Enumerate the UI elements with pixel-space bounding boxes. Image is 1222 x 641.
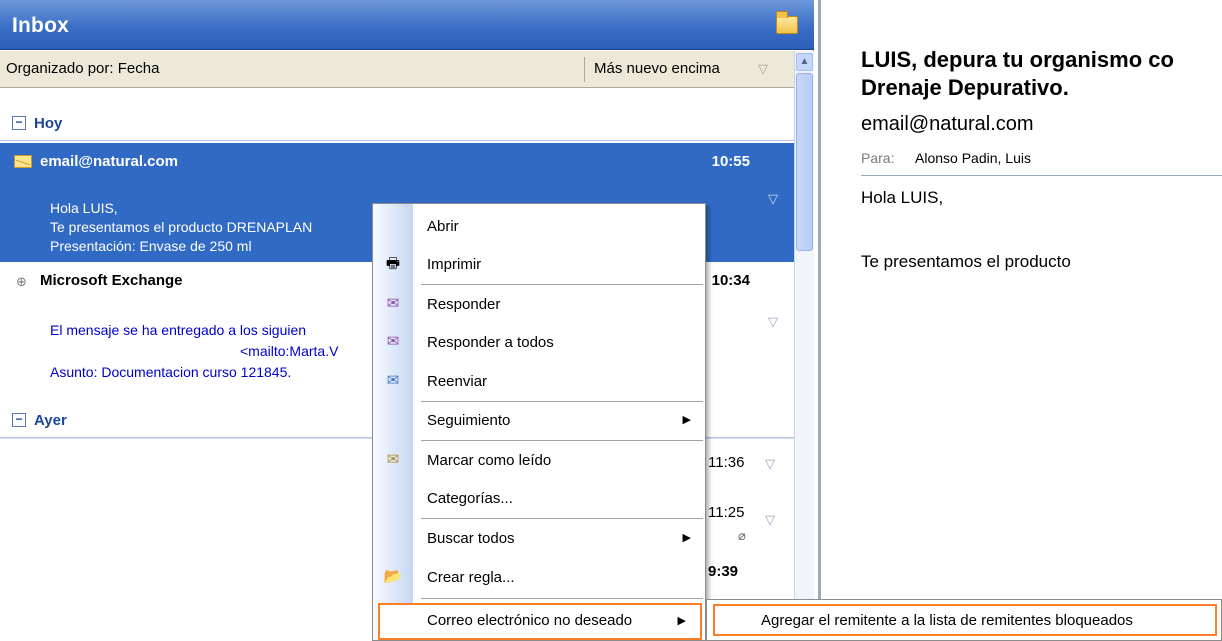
scroll-thumb[interactable]: [796, 73, 813, 251]
menu-item-reenviar[interactable]: ✉ Reenviar: [373, 365, 705, 399]
sort-divider: [584, 57, 585, 82]
subject-line: Drenaje Depurativo.: [861, 75, 1069, 100]
mail-preview-line: Te presentamos el producto DRENAPLAN: [50, 219, 313, 235]
group-header-hoy[interactable]: − Hoy: [0, 107, 794, 141]
mail-preview-line: El mensaje se ha entregado a los siguien: [50, 322, 307, 338]
collapse-icon[interactable]: −: [12, 116, 26, 130]
menu-item-label: Buscar todos: [427, 530, 515, 547]
mail-time: 10:55: [711, 153, 750, 170]
message-from: email@natural.com: [861, 113, 1034, 135]
message-subject: LUIS, depura tu organismo co Drenaje Dep…: [861, 46, 1174, 102]
menu-item-label: Reenviar: [427, 373, 488, 390]
group-label: Hoy: [34, 115, 63, 132]
menu-item-categorias[interactable]: Categorías...: [373, 482, 705, 516]
flag-icon[interactable]: ▽: [768, 314, 778, 330]
flag-icon[interactable]: ▽: [765, 456, 775, 472]
menu-separator: [421, 440, 703, 441]
inbox-scrollbar[interactable]: ▲: [794, 51, 814, 641]
header-separator: [861, 175, 1222, 176]
scroll-up-icon[interactable]: ▲: [796, 53, 813, 71]
printer-icon: 🖶: [385, 255, 401, 272]
reading-pane: LUIS, depura tu organismo co Drenaje Dep…: [818, 0, 1222, 641]
menu-separator: [421, 598, 703, 599]
menu-separator: [421, 401, 703, 402]
submenu-arrow-icon: ▶: [682, 414, 691, 426]
inbox-title: Inbox: [12, 14, 69, 37]
mail-time: 10:34: [711, 272, 750, 289]
menu-item-label: Categorías...: [427, 490, 513, 507]
mail-preview-line: Hola LUIS,: [50, 200, 118, 216]
junk-email-submenu: Agregar el remitente a la lista de remit…: [706, 599, 1222, 641]
menu-item-seguimiento[interactable]: Seguimiento ▶: [373, 404, 705, 438]
collapse-icon[interactable]: −: [12, 413, 26, 427]
sort-order-label[interactable]: Más nuevo encima: [594, 60, 720, 77]
to-value: Alonso Padin, Luis: [915, 150, 1031, 166]
menu-item-marcar-leido[interactable]: ✉ Marcar como leído: [373, 444, 705, 478]
menu-item-label: Seguimiento: [427, 412, 511, 429]
context-menu: Abrir 🖶 Imprimir ✉ Responder ✉ Responder…: [372, 203, 706, 641]
menu-item-buscar-todos[interactable]: Buscar todos ▶: [373, 522, 705, 556]
sort-by-label[interactable]: Organizado por: Fecha: [6, 60, 159, 77]
flag-icon[interactable]: ▽: [765, 512, 775, 528]
group-label: Ayer: [34, 412, 67, 429]
menu-item-block-sender[interactable]: Agregar el remitente a la lista de remit…: [713, 604, 1217, 636]
mail-preview-line: Asunto: Documentacion curso 121845.: [50, 364, 292, 380]
forward-icon: ✉: [386, 372, 400, 389]
message-body-text: Te presentamos el producto: [861, 252, 1071, 271]
submenu-arrow-icon: ▶: [677, 615, 686, 627]
submenu-arrow-icon: ▶: [682, 532, 691, 544]
exchange-icon: ⊕: [16, 274, 27, 289]
menu-item-crear-regla[interactable]: 📂 Crear regla...: [373, 561, 705, 595]
folder-icon[interactable]: [776, 11, 798, 34]
mail-time: 11:36: [708, 454, 745, 471]
reply-icon: ✉: [386, 295, 400, 312]
flag-icon[interactable]: ▽: [768, 191, 778, 207]
mail-from: Microsoft Exchange: [40, 272, 183, 289]
mail-time: 9:39: [708, 563, 739, 580]
inbox-titlebar: Inbox: [0, 0, 814, 50]
mail-from: email@natural.com: [40, 153, 179, 170]
attachment-icon: ⌀: [738, 528, 746, 543]
menu-item-abrir[interactable]: Abrir: [373, 210, 705, 244]
menu-item-imprimir[interactable]: 🖶 Imprimir: [373, 248, 705, 282]
menu-item-responder[interactable]: ✉ Responder: [373, 288, 705, 322]
mail-time: 11:25: [708, 504, 745, 521]
menu-item-correo-no-deseado[interactable]: Correo electrónico no deseado ▶: [378, 603, 702, 640]
menu-item-label: Responder: [427, 296, 501, 313]
menu-separator: [421, 284, 703, 285]
to-label: Para:: [861, 150, 895, 166]
menu-item-label: Responder a todos: [427, 334, 554, 351]
mark-read-icon: ✉: [386, 451, 400, 468]
filter-triangle-icon: ▽: [758, 61, 768, 76]
menu-item-label: Crear regla...: [427, 569, 515, 586]
envelope-icon: [14, 155, 32, 168]
mail-preview-line: Presentación: Envase de 250 ml: [50, 238, 252, 254]
menu-item-responder-todos[interactable]: ✉ Responder a todos: [373, 326, 705, 360]
menu-item-label: Marcar como leído: [427, 452, 552, 469]
reply-all-icon: ✉: [386, 333, 400, 350]
message-body-greeting: Hola LUIS,: [861, 188, 944, 207]
menu-separator: [421, 518, 703, 519]
menu-item-label: Correo electrónico no deseado: [427, 612, 633, 629]
mail-preview-line: <mailto:Marta.V: [240, 343, 339, 359]
sort-bar[interactable]: Organizado por: Fecha Más nuevo encima ▽: [0, 51, 794, 88]
menu-item-label: Imprimir: [427, 256, 482, 273]
subject-line: LUIS, depura tu organismo co: [861, 47, 1174, 72]
menu-item-label: Abrir: [427, 218, 459, 235]
menu-item-label: Agregar el remitente a la lista de remit…: [761, 612, 1133, 629]
create-rule-icon: 📂: [383, 568, 403, 585]
